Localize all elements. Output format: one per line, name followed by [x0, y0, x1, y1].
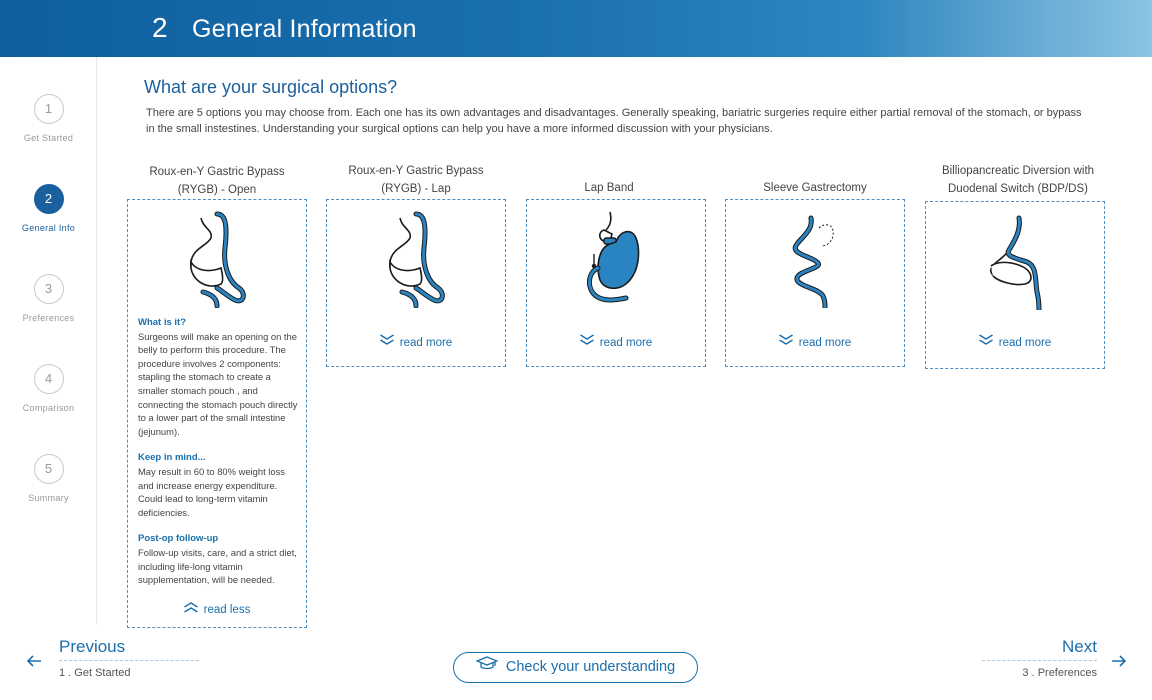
option-title-line: Billiopancreatic Diversion with [941, 165, 1095, 177]
rygb-stomach-icon [190, 211, 246, 308]
sidebar-step-get-started[interactable]: 1 Get Started [0, 94, 97, 143]
option-details: What is it? Surgeons will make an openin… [138, 316, 302, 587]
option-title-line: Sleeve Gastrectomy [763, 182, 867, 194]
lap-band-stomach-icon [587, 211, 640, 303]
option-title-line: (RYGB) - Lap [381, 183, 451, 195]
step-label: Preferences [22, 313, 75, 323]
option-card-sleeve: read more [725, 199, 905, 367]
read-more-button[interactable]: read more [726, 334, 904, 349]
check-understanding-label: Check your understanding [505, 659, 676, 675]
option-title-line: (RYGB) - Open [177, 184, 257, 196]
read-more-button[interactable]: read more [926, 334, 1104, 349]
read-more-label: read more [599, 337, 653, 349]
step-circle: 5 [33, 454, 64, 484]
step-circle: 4 [33, 364, 64, 394]
rygb-lap-stomach-icon [389, 211, 445, 308]
bpd-ds-stomach-icon [990, 215, 1042, 310]
read-more-button[interactable]: read more [527, 334, 705, 349]
details-heading-postop: Post-op follow-up [138, 533, 219, 545]
read-less-label: read less [203, 604, 251, 616]
details-text-what: Surgeons will make an opening on the bel… [138, 330, 298, 437]
next-sub-label: 3 . Preferences [1022, 667, 1097, 679]
chevron-double-down-icon [578, 334, 596, 349]
step-sidebar: 1 Get Started 2 General Info 3 Preferenc… [0, 57, 97, 625]
step-label: Comparison [22, 403, 75, 413]
graduation-cap-icon [475, 652, 499, 680]
read-more-label: read more [399, 337, 453, 349]
details-text-postop: Follow-up visits, care, and a strict die… [138, 546, 297, 586]
read-more-label: read more [998, 337, 1052, 349]
sidebar-step-general-info[interactable]: 2 General Info [0, 184, 97, 233]
option-title-rygb-lap: Roux-en-Y Gastric Bypass (RYGB) - Lap [326, 162, 506, 198]
step-label: General Info [21, 223, 76, 233]
step-label: Summary [28, 493, 69, 503]
option-card-bpd-ds: read more [925, 201, 1105, 369]
chevron-double-down-icon [378, 334, 396, 349]
page-title: General Information [192, 15, 417, 43]
step-circle: 2 [33, 184, 64, 214]
chevron-double-up-icon [182, 601, 200, 616]
section-title: What are your surgical options? [144, 77, 398, 97]
step-label: Get Started [23, 133, 74, 143]
chevron-double-down-icon [777, 334, 795, 349]
next-label: Next [1062, 637, 1097, 656]
previous-divider [59, 660, 199, 661]
read-less-button[interactable]: read less [128, 601, 306, 616]
option-card-rygb-open: What is it? Surgeons will make an openin… [127, 199, 307, 628]
step-circle: 1 [33, 94, 64, 124]
previous-button[interactable]: Previous 1 . Get Started [26, 636, 199, 686]
option-card-lap-band: read more [526, 199, 706, 367]
sidebar-step-summary[interactable]: 5 Summary [0, 454, 97, 503]
details-heading-what: What is it? [138, 317, 187, 328]
option-title-lap-band: Lap Band [519, 179, 699, 197]
sidebar-step-preferences[interactable]: 3 Preferences [0, 274, 97, 323]
option-card-rygb-lap: read more [326, 199, 506, 367]
page-header: 2 General Information [0, 0, 1152, 57]
option-title-sleeve: Sleeve Gastrectomy [725, 179, 905, 197]
chevron-double-down-icon [977, 334, 995, 349]
read-more-button[interactable]: read more [327, 334, 505, 349]
sleeve-stomach-icon [792, 215, 834, 308]
header-step-number: 2 [152, 12, 168, 43]
option-title-rygb-open: Roux-en-Y Gastric Bypass (RYGB) - Open [127, 163, 307, 199]
check-understanding-button[interactable]: Check your understanding [453, 652, 698, 683]
option-title-bpd-ds: Billiopancreatic Diversion with Duodenal… [918, 162, 1118, 198]
previous-sub-label: 1 . Get Started [59, 667, 131, 679]
option-title-line: Lap Band [584, 182, 634, 194]
arrow-left-icon [26, 652, 42, 673]
sidebar-step-comparison[interactable]: 4 Comparison [0, 364, 97, 413]
intro-text: There are 5 options you may choose from.… [146, 107, 1082, 135]
details-heading-keep: Keep in mind... [138, 452, 206, 464]
step-circle: 3 [33, 274, 64, 304]
option-title-line: Roux-en-Y Gastric Bypass [149, 166, 285, 178]
read-more-label: read more [798, 337, 852, 349]
previous-label: Previous [59, 637, 126, 656]
arrow-right-icon [1111, 652, 1127, 673]
option-title-line: Duodenal Switch (BDP/DS) [948, 183, 1088, 195]
option-title-line: Roux-en-Y Gastric Bypass [348, 165, 484, 177]
details-text-keep: May result in 60 to 80% weight loss and … [138, 465, 285, 518]
next-button[interactable]: Next 3 . Preferences [975, 636, 1127, 686]
next-divider [982, 660, 1097, 661]
